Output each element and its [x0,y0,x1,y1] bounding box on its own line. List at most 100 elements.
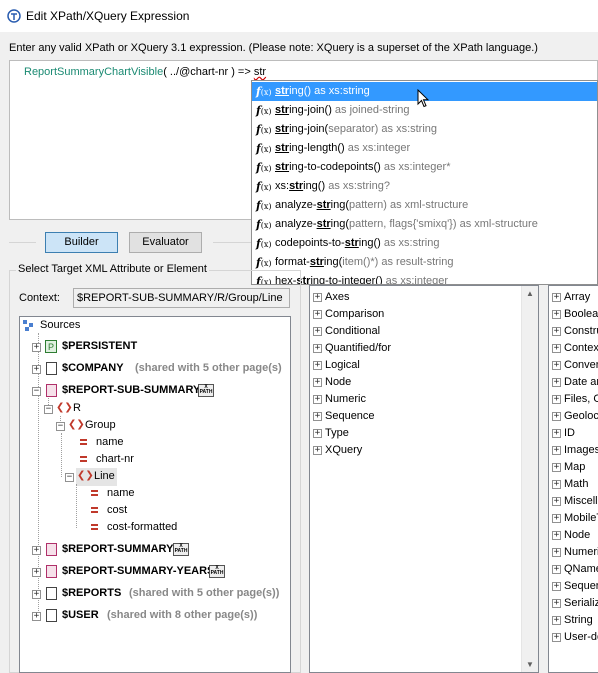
builder-button[interactable]: Builder [45,232,118,253]
collapse-icon[interactable]: − [65,473,74,482]
svg-text:P: P [48,342,54,352]
expand-icon[interactable]: + [313,344,322,353]
tree-label-reports: $REPORTS [62,587,122,599]
scroll-up-icon[interactable]: ▲ [526,289,534,298]
expand-icon[interactable]: + [313,378,322,387]
tree-note-user: (shared with 8 other page(s)) [107,609,258,621]
autocomplete-item[interactable]: f(x) xs:string() as xs:string? [252,177,597,196]
function-category-item-label: Images [564,444,598,456]
collapse-icon[interactable]: − [44,405,53,414]
expand-icon[interactable]: + [552,633,561,642]
mouse-pointer-icon [417,89,429,108]
context-field: $REPORT-SUB-SUMMARY/R/Group/Line [73,288,290,308]
function-category-item-label: String [564,614,593,626]
tree-note-company: (shared with 5 other page(s) [135,362,282,374]
expand-icon[interactable]: + [32,568,41,577]
tree-note-reports: (shared with 5 other page(s)) [129,587,280,599]
function-category-item-label: Array [564,291,591,303]
expand-icon[interactable]: + [552,327,561,336]
function-category-item-label: Date ar [564,376,598,388]
autocomplete-item[interactable]: f(x) analyze-string(pattern, flags{'smixq… [252,215,597,234]
autocomplete-item-label: xs:string() as xs:string? [275,180,390,192]
expand-icon[interactable]: + [552,310,561,319]
operator-item-label: Numeric [325,393,366,405]
function-category-item-label: Miscella [564,495,598,507]
evaluator-button[interactable]: Evaluator [129,232,202,253]
expand-icon[interactable]: + [552,548,561,557]
source-tree[interactable]: Sources + P $PERSISTENT + $COMPANY (shar… [19,316,291,673]
expand-icon[interactable]: + [552,514,561,523]
autocomplete-item[interactable]: f(x) string-to-codepoints() as xs:integer… [252,158,597,177]
expand-icon[interactable]: + [313,446,322,455]
scroll-down-icon[interactable]: ▼ [526,660,534,669]
expand-icon[interactable]: + [313,310,322,319]
expand-icon[interactable]: + [552,429,561,438]
expand-icon[interactable]: + [552,497,561,506]
autocomplete-item[interactable]: f(x) string-length() as xs:integer [252,139,597,158]
function-icon: f(x) [256,199,272,212]
expand-icon[interactable]: + [552,582,561,591]
function-category-item-label: Contex [564,342,598,354]
collapse-icon[interactable]: − [56,422,65,431]
expand-icon[interactable]: + [32,343,41,352]
target-group-label: Select Target XML Attribute or Element [16,263,209,275]
tree-label-line-name: name [107,487,135,499]
expand-icon[interactable]: + [313,293,322,302]
expand-icon[interactable]: + [552,412,561,421]
persistent-icon: P [45,340,57,353]
expand-icon[interactable]: + [552,344,561,353]
expand-icon[interactable]: + [32,590,41,599]
autocomplete-item-label: analyze-string(pattern, flags{'smixq'}) … [275,218,538,230]
expand-icon[interactable]: + [552,378,561,387]
expand-icon[interactable]: + [313,412,322,421]
expand-icon[interactable]: + [552,480,561,489]
autocomplete-item[interactable]: f(x) analyze-string(pattern) as xml-struc… [252,196,597,215]
expand-icon[interactable]: + [552,361,561,370]
expand-icon[interactable]: + [32,365,41,374]
operator-item-label: Type [325,427,349,439]
function-icon: f(x) [256,85,272,98]
expand-icon[interactable]: + [552,446,561,455]
function-category-item-label: Constru [564,325,598,337]
tree-label-report-summary-years: $REPORT-SUMMARY-YEARS [62,565,215,577]
function-icon: f(x) [256,123,272,136]
expand-icon[interactable]: + [32,546,41,555]
expand-icon[interactable]: + [552,565,561,574]
element-icon: ❮❯ [68,419,85,430]
autocomplete-item[interactable]: f(x) hex-string-to-integer() as xs:intege… [252,272,597,284]
tree-label-cost: cost [107,504,128,516]
expand-icon[interactable]: + [313,327,322,336]
operator-item-label: Logical [325,359,360,371]
operators-panel[interactable]: ▲ ▼ + Axes + Comparison + Conditional + Quantif… [309,285,539,673]
expand-icon[interactable]: + [552,599,561,608]
autocomplete-item[interactable]: f(x) codepoints-to-string() as xs:string [252,234,597,253]
function-category-item-label: Serializ [564,597,598,609]
autocomplete-item-label: format-string(item()*) as result-string [275,256,454,268]
autocomplete-item[interactable]: f(x) string-join(separator) as xs:string [252,120,597,139]
operators-scrollbar[interactable]: ▲ ▼ [521,286,538,672]
sources-icon [23,320,33,331]
function-category-item-label: Conver [564,359,598,371]
function-category-item-label: Math [564,478,589,490]
attribute-icon [91,490,98,497]
attribute-icon [91,507,98,514]
expand-icon[interactable]: + [313,361,322,370]
page-icon [46,384,57,397]
function-icon: f(x) [256,218,272,231]
autocomplete-list[interactable]: f(x) string() as xs:string f(x) string-join… [251,80,598,285]
expand-icon[interactable]: + [32,612,41,621]
functions-panel[interactable]: +Array+Boolea+Constru+Contex+Conver+Date… [548,285,598,673]
expand-icon[interactable]: + [552,293,561,302]
expand-icon[interactable]: + [313,395,322,404]
expression-text: ReportSummaryChartVisible( ../@chart-nr … [24,66,266,78]
expand-icon[interactable]: + [552,395,561,404]
expand-icon[interactable]: + [552,616,561,625]
collapse-icon[interactable]: − [32,387,41,396]
expand-icon[interactable]: + [552,531,561,540]
expand-icon[interactable]: + [313,429,322,438]
tree-label-report-sub-summary: $REPORT-SUB-SUMMARY [62,384,201,396]
autocomplete-item[interactable]: f(x) format-string(item()*) as result-str… [252,253,597,272]
page-icon [46,543,57,556]
tree-guide [61,433,62,477]
expand-icon[interactable]: + [552,463,561,472]
